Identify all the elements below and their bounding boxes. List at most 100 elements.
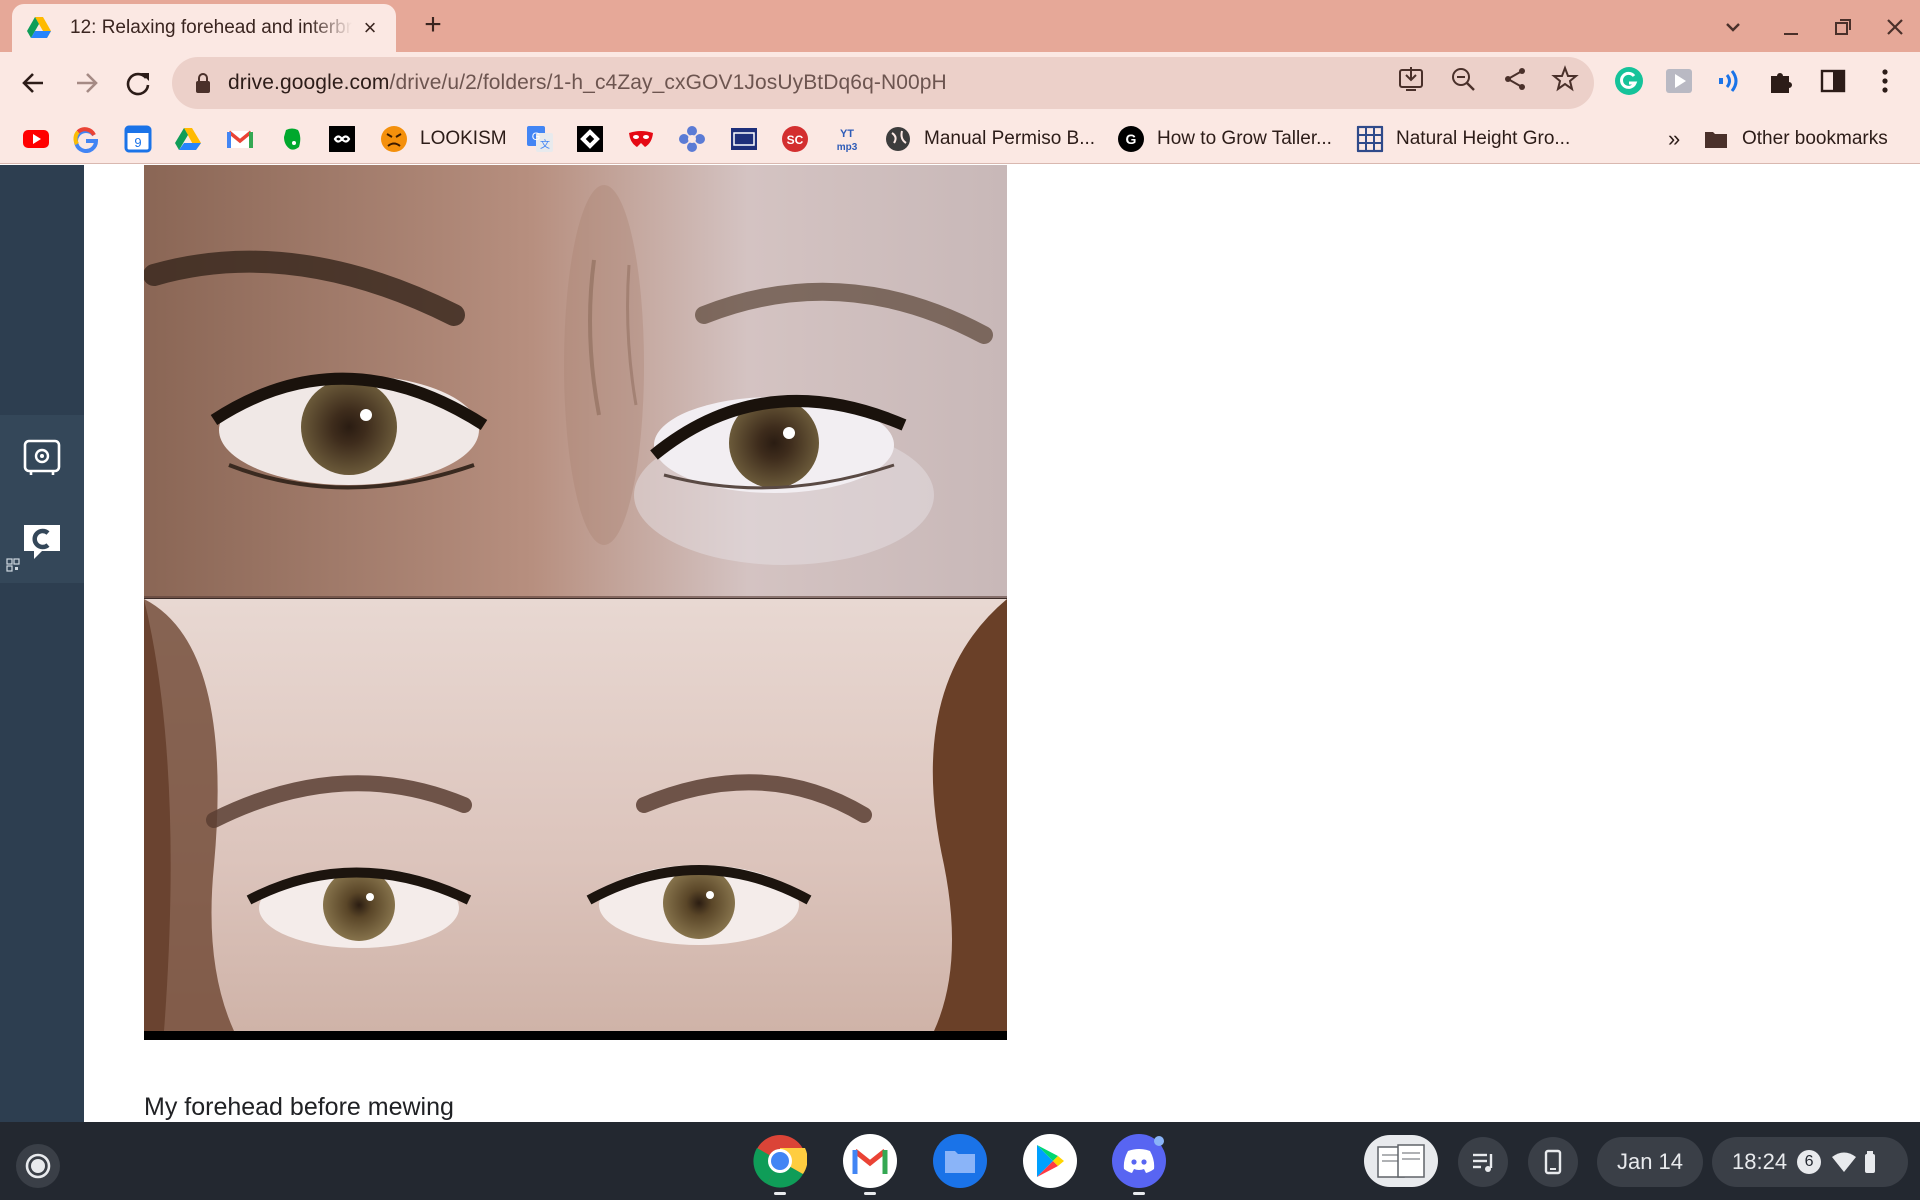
reload-icon[interactable] <box>120 65 156 101</box>
restore-icon[interactable] <box>1828 12 1858 42</box>
bookmark-screen[interactable] <box>730 124 758 154</box>
bookmark-mask[interactable] <box>627 124 655 154</box>
bookmarks-bar: 9 LOOKISM G文 SC YT mp3 Manual Permiso B..… <box>0 114 1920 164</box>
folder-icon <box>1705 132 1727 148</box>
launcher-circle-icon <box>25 1153 51 1179</box>
calendar-icon: 9 <box>124 125 152 153</box>
tab-search-chevron-icon[interactable] <box>1718 12 1748 42</box>
more-menu-icon[interactable] <box>1870 66 1900 96</box>
bookmark-google[interactable] <box>72 124 100 154</box>
shelf-app-gmail[interactable] <box>843 1134 897 1188</box>
date-tray[interactable]: Jan 14 <box>1597 1137 1703 1187</box>
other-bookmarks-label: Other bookmarks <box>1742 128 1888 149</box>
shelf-app-play-store[interactable] <box>1023 1134 1077 1188</box>
google-icon <box>73 127 99 153</box>
video-player-extension-icon[interactable] <box>1664 66 1694 96</box>
mask-icon <box>629 131 653 147</box>
tab-strip: 12: Relaxing forehead and interbrow × + <box>0 0 1920 52</box>
youtube-icon <box>23 130 49 148</box>
files-icon <box>945 1151 975 1173</box>
bookmark-translate[interactable]: G文 <box>526 124 554 154</box>
media-controls-button[interactable] <box>1458 1137 1508 1187</box>
bookmarks-overflow-button[interactable]: » <box>1668 124 1680 154</box>
shelf-app-chrome[interactable] <box>753 1134 807 1188</box>
bookmark-grow-taller[interactable]: G How to Grow Taller... <box>1117 124 1332 154</box>
bookmark-natural-height[interactable]: Natural Height Gro... <box>1356 124 1570 154</box>
launcher-button[interactable] <box>16 1144 60 1188</box>
shelf-app-files[interactable] <box>933 1134 987 1188</box>
flower-icon <box>679 126 705 152</box>
side-panel-icon[interactable] <box>1818 66 1848 96</box>
back-arrow-icon[interactable] <box>16 65 52 101</box>
playlist-icon <box>1473 1153 1493 1172</box>
address-bar[interactable]: drive.google.com/drive/u/2/folders/1-h_c… <box>172 57 1594 109</box>
bookmark-lookism[interactable]: LOOKISM <box>380 124 507 154</box>
document-thumbnails-icon <box>1377 1144 1425 1178</box>
tab-close-icon[interactable]: × <box>358 16 382 40</box>
bookmark-sc[interactable]: SC <box>781 124 809 154</box>
angry-face-icon <box>381 126 407 152</box>
extensions-puzzle-icon[interactable] <box>1766 66 1796 96</box>
other-bookmarks-folder[interactable]: Other bookmarks <box>1702 124 1888 154</box>
bookmark-gmail[interactable] <box>226 124 254 154</box>
translate-icon: G文 <box>527 126 553 152</box>
bookmark-yt-mp3[interactable]: YT mp3 <box>833 124 861 154</box>
share-icon[interactable] <box>1501 65 1529 93</box>
gmail-icon <box>227 130 253 148</box>
browser-toolbar: drive.google.com/drive/u/2/folders/1-h_c… <box>0 52 1920 114</box>
wifi-icon <box>1832 1152 1857 1172</box>
screenshot-safe-icon <box>23 439 61 475</box>
svg-text:9: 9 <box>134 135 141 150</box>
svg-text:G: G <box>532 131 541 143</box>
svg-text:文: 文 <box>540 138 550 151</box>
bookmark-infinity[interactable] <box>328 124 356 154</box>
g-circle-icon: G <box>1118 126 1144 152</box>
bookmark-calendar[interactable]: 9 <box>124 124 152 154</box>
zoom-icon[interactable] <box>1449 65 1477 93</box>
active-tab[interactable]: 12: Relaxing forehead and interbrow × <box>12 4 396 52</box>
bookmark-label: Natural Height Gro... <box>1396 128 1571 149</box>
lock-icon[interactable] <box>194 72 212 94</box>
svg-text:mp3: mp3 <box>837 142 858 153</box>
grammarly-icon[interactable] <box>1614 66 1644 96</box>
drive-icon <box>175 128 201 150</box>
phone-icon <box>1544 1149 1562 1175</box>
photo-caption: My forehead before mewing <box>144 1093 454 1121</box>
bookmark-manual-permiso[interactable]: Manual Permiso B... <box>884 124 1095 154</box>
globe-icon <box>886 127 910 151</box>
page-content: My forehead before mewing <box>0 165 1920 1122</box>
google-drive-icon <box>27 17 51 38</box>
qr-icon <box>6 558 20 572</box>
infinity-icon <box>329 126 355 152</box>
bookmark-drive[interactable] <box>174 124 202 154</box>
bookmark-star-icon[interactable] <box>1551 65 1579 93</box>
squares-icon <box>577 126 603 152</box>
discord-icon <box>1123 1149 1155 1173</box>
install-app-icon[interactable] <box>1397 65 1425 93</box>
grid-icon <box>1356 125 1384 153</box>
minimize-icon[interactable] <box>1776 12 1806 42</box>
bookmark-youtube[interactable] <box>22 124 50 154</box>
close-window-icon[interactable] <box>1880 12 1910 42</box>
url-text[interactable]: drive.google.com/drive/u/2/folders/1-h_c… <box>228 71 947 95</box>
svg-text:G: G <box>1126 131 1137 147</box>
battery-icon <box>1865 1151 1876 1173</box>
phone-hub-button[interactable] <box>1528 1137 1578 1187</box>
bookmark-flower[interactable] <box>678 124 706 154</box>
os-shelf: Jan 14 18:24 6 <box>0 1122 1920 1200</box>
svg-text:SC: SC <box>787 133 804 147</box>
left-extension-sidebar <box>0 165 84 1122</box>
tab-title: 12: Relaxing forehead and interbrow <box>70 17 352 38</box>
read-aloud-icon[interactable] <box>1714 66 1744 96</box>
holding-space-tray[interactable] <box>1364 1135 1438 1187</box>
chat-bubble-icon <box>24 525 60 559</box>
system-tray[interactable]: 18:24 6 <box>1712 1137 1908 1187</box>
forehead-comparison-photo <box>144 165 1007 1040</box>
bookmark-squares[interactable] <box>576 124 604 154</box>
forward-arrow-icon[interactable] <box>68 65 104 101</box>
bookmark-evernote[interactable] <box>278 124 306 154</box>
sidebar-item-screenshot[interactable] <box>0 415 84 499</box>
new-tab-button[interactable]: + <box>418 10 448 41</box>
screen-icon <box>731 128 757 150</box>
running-indicator <box>1133 1192 1145 1195</box>
